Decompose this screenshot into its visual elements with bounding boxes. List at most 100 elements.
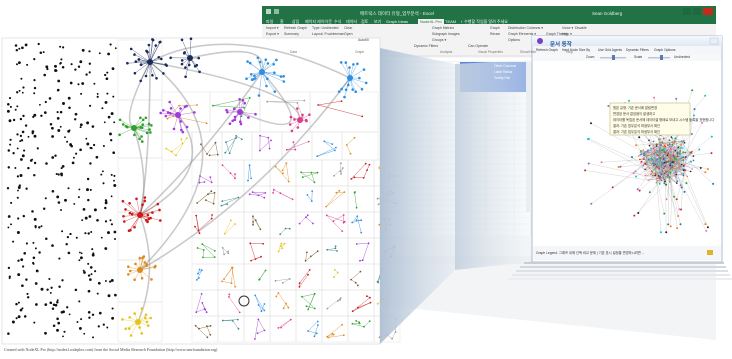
tab-formulas[interactable]: 수식 — [334, 19, 341, 25]
isolate-node — [33, 79, 36, 82]
scale-slider-thumb[interactable] — [660, 55, 663, 60]
sheet-cell-other-columns[interactable]: Other Columns — [494, 64, 516, 68]
isolate-node — [84, 216, 88, 220]
ribbon-import[interactable]: Import ▾ — [266, 26, 279, 30]
excel-user-name[interactable]: Sean Goldberg — [592, 11, 622, 16]
ribbon-export[interactable]: Export ▾ — [266, 32, 279, 36]
isolate-node — [57, 129, 61, 132]
cluster-node — [214, 141, 217, 144]
use-grid-agents-toggle[interactable]: Use Grid Agents — [598, 48, 622, 52]
graph-type-dropdown[interactable]: Undirected — [674, 55, 690, 59]
hairball-node — [701, 121, 704, 124]
cluster-node — [220, 204, 223, 207]
cluster-node — [307, 273, 309, 276]
graph-options-button[interactable]: Graph Options — [654, 48, 675, 52]
graph-window[interactable] — [531, 35, 723, 263]
ribbon-autofill[interactable]: Autofill — [358, 38, 369, 42]
cluster-node — [306, 194, 309, 196]
hairball-node — [668, 145, 671, 148]
cluster-node — [274, 279, 277, 282]
excel-close-button[interactable] — [703, 8, 713, 15]
hairball-node — [638, 136, 641, 139]
cluster-leaf — [144, 116, 148, 120]
tab-nodexl-pro[interactable]: NodeXL Pro — [418, 19, 444, 24]
isolate-node — [40, 225, 43, 228]
cluster-node — [196, 247, 199, 249]
tab-insert[interactable]: 삽입 — [292, 19, 299, 25]
cluster-leaf — [226, 110, 229, 114]
cluster-node — [229, 172, 232, 175]
cluster-leaf — [344, 88, 348, 92]
isolate-node — [111, 67, 115, 70]
isolate-node — [27, 135, 30, 138]
ribbon-layout[interactable]: Layout: Fruchterman — [312, 32, 344, 36]
ribbon-open[interactable]: Open — [344, 32, 353, 36]
ribbon-graph-metrics[interactable]: Graph Metrics — [432, 26, 454, 30]
tab-graph-ideas[interactable]: Graph Ideas — [386, 19, 408, 24]
cluster-leaf — [157, 56, 161, 59]
cluster-node — [268, 147, 271, 150]
cluster-leaf — [130, 212, 134, 216]
tab-data[interactable]: 데이터 — [346, 19, 357, 25]
isolate-node — [87, 274, 91, 277]
cluster-node — [272, 188, 275, 191]
scale-slider[interactable] — [648, 57, 670, 59]
tab-team[interactable]: TEAM — [445, 19, 456, 24]
ribbon-can-operate[interactable]: Can Operate — [468, 44, 488, 48]
tab-view[interactable]: 보기 — [374, 19, 381, 25]
graph-window-close-button[interactable] — [709, 37, 719, 45]
hairball-node — [654, 146, 656, 148]
ribbon-summary[interactable]: Summary — [284, 32, 299, 36]
cluster-node — [205, 199, 207, 202]
isolate-node — [86, 188, 89, 192]
excel-save-icon[interactable] — [266, 9, 271, 14]
ribbon-type[interactable]: Type: Undirected — [312, 26, 338, 30]
cluster-node — [285, 302, 287, 305]
tab-review[interactable]: 검토 — [361, 19, 368, 25]
ribbon-clear[interactable]: Clear — [344, 26, 352, 30]
sheet-cell-tooltip-pair[interactable]: Tooltip Pair — [494, 76, 510, 80]
hairball-node — [648, 167, 651, 169]
ribbon-help[interactable]: Help ▾ — [562, 32, 572, 36]
tab-home[interactable]: 홈 — [280, 19, 284, 25]
isolate-node — [89, 146, 92, 149]
sheet-cell-label-ratios[interactable]: Label Ratios — [494, 70, 512, 74]
cluster-node — [234, 173, 236, 176]
isolate-node — [85, 73, 88, 76]
ribbon-distribution-columns[interactable]: Distribution Columns ▾ — [508, 26, 543, 30]
status-toggle-icon[interactable] — [707, 250, 713, 255]
isolate-node — [72, 156, 75, 159]
ribbon-dynamic-filters[interactable]: Dynamic Filters — [414, 44, 438, 48]
tab-file[interactable]: 파일 — [266, 19, 273, 25]
ribbon-reuse[interactable]: Reuse — [490, 32, 500, 36]
graph-refresh-button[interactable]: Refresh Graph — [536, 48, 558, 52]
ribbon-voice[interactable]: Voice ▾ — [562, 26, 573, 30]
hairball-node — [675, 198, 678, 201]
tab-page-layout[interactable]: 페이지 레이아웃 — [305, 19, 332, 25]
ribbon-groups[interactable]: Groups ▾ — [432, 38, 446, 42]
cluster-node — [198, 268, 201, 271]
cluster-node — [353, 191, 356, 194]
isolate-node — [15, 317, 18, 320]
hairball-node — [680, 208, 683, 211]
isolate-node — [78, 300, 81, 303]
ribbon-graph-elements[interactable]: Graph Elements ▾ — [508, 32, 536, 36]
hairball-node — [673, 172, 675, 174]
ribbon-subgraph-images[interactable]: Subgraph Images — [432, 32, 460, 36]
ribbon-graph[interactable]: Graph — [490, 26, 500, 30]
hard-node-size-dropdown[interactable]: Hard Node Size By — [562, 48, 590, 52]
ribbon-disable[interactable]: Disable — [575, 26, 587, 30]
isolate-node — [36, 147, 39, 150]
tell-me-search[interactable]: ♀ 수행할 작업을 알려 주세요 — [460, 19, 508, 25]
cluster-node — [291, 198, 294, 201]
isolate-node — [58, 285, 61, 288]
isolate-node — [52, 324, 56, 328]
ribbon-options[interactable]: Options — [508, 38, 520, 42]
excel-minimize-button[interactable] — [683, 8, 691, 15]
ribbon-refresh-graph[interactable]: Refresh Graph — [284, 26, 307, 30]
excel-undo-icon[interactable] — [274, 9, 279, 14]
zoom-slider-thumb[interactable] — [612, 55, 615, 60]
hairball-node — [664, 180, 666, 183]
dynamic-filters-button[interactable]: Dynamic Filters — [626, 48, 649, 52]
excel-maximize-button[interactable] — [693, 8, 701, 15]
